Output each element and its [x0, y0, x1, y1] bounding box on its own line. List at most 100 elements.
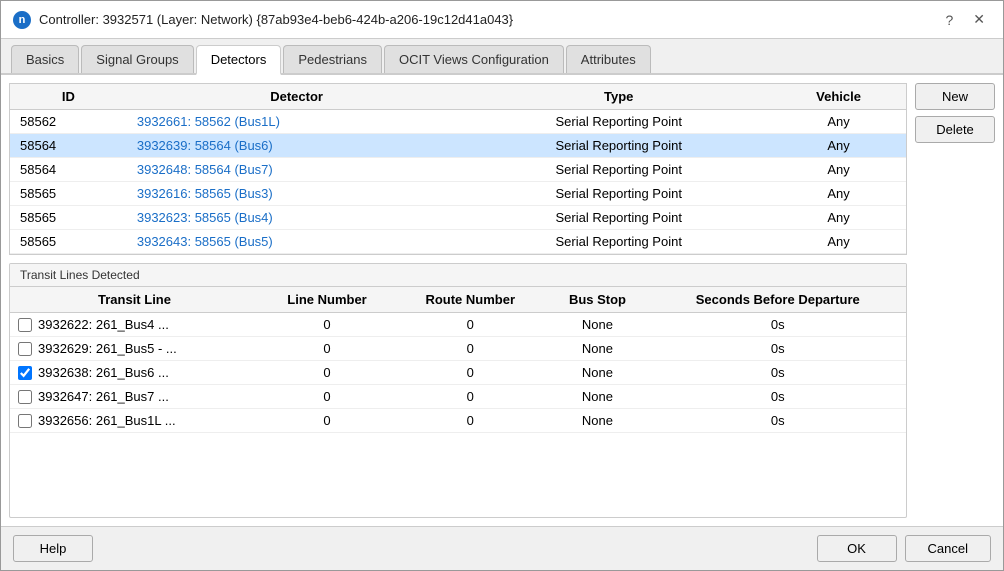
- delete-button[interactable]: Delete: [915, 116, 995, 143]
- transit-line-cell: 3932656: 261_Bus1L ...: [10, 409, 259, 433]
- detector-id: 58562: [10, 110, 127, 134]
- detector-row[interactable]: 585653932623: 58565 (Bus4)Serial Reporti…: [10, 206, 906, 230]
- detector-vehicle: Any: [771, 206, 906, 230]
- col-line-number: Line Number: [259, 287, 395, 313]
- transit-checkbox[interactable]: [18, 318, 32, 332]
- tab-detectors[interactable]: Detectors: [196, 45, 282, 75]
- seconds-before-departure: 0s: [650, 361, 906, 385]
- detector-name: 3932616: 58565 (Bus3): [127, 182, 466, 206]
- col-seconds: Seconds Before Departure: [650, 287, 906, 313]
- detector-type: Serial Reporting Point: [466, 134, 771, 158]
- detector-type: Serial Reporting Point: [466, 230, 771, 254]
- tab-pedestrians[interactable]: Pedestrians: [283, 45, 382, 73]
- transit-table-wrap: Transit Line Line Number Route Number Bu…: [10, 287, 906, 517]
- seconds-before-departure: 0s: [650, 409, 906, 433]
- tab-ocit-views-configuration[interactable]: OCIT Views Configuration: [384, 45, 564, 73]
- title-bar: n Controller: 3932571 (Layer: Network) {…: [1, 1, 1003, 39]
- detector-vehicle: Any: [771, 158, 906, 182]
- detector-name: 3932639: 58564 (Bus6): [127, 134, 466, 158]
- transit-row[interactable]: 3932622: 261_Bus4 ...00None0s: [10, 313, 906, 337]
- transit-line-cell: 3932622: 261_Bus4 ...: [10, 313, 259, 337]
- line-number: 0: [259, 313, 395, 337]
- transit-row[interactable]: 3932647: 261_Bus7 ...00None0s: [10, 385, 906, 409]
- transit-row[interactable]: 3932638: 261_Bus6 ...00None0s: [10, 361, 906, 385]
- col-bus-stop: Bus Stop: [545, 287, 649, 313]
- transit-line-cell: 3932638: 261_Bus6 ...: [10, 361, 259, 385]
- seconds-before-departure: 0s: [650, 313, 906, 337]
- detector-id: 58565: [10, 206, 127, 230]
- col-route-number: Route Number: [395, 287, 545, 313]
- bus-stop: None: [545, 409, 649, 433]
- seconds-before-departure: 0s: [650, 337, 906, 361]
- line-number: 0: [259, 337, 395, 361]
- route-number: 0: [395, 409, 545, 433]
- cancel-button[interactable]: Cancel: [905, 535, 991, 562]
- bus-stop: None: [545, 361, 649, 385]
- detector-id: 58564: [10, 134, 127, 158]
- bus-stop: None: [545, 337, 649, 361]
- new-button[interactable]: New: [915, 83, 995, 110]
- transit-checkbox[interactable]: [18, 414, 32, 428]
- col-type: Type: [466, 84, 771, 110]
- content-area: ID Detector Type Vehicle 585623932661: 5…: [1, 75, 1003, 526]
- route-number: 0: [395, 313, 545, 337]
- route-number: 0: [395, 385, 545, 409]
- detector-type: Serial Reporting Point: [466, 206, 771, 230]
- transit-line-label: 3932622: 261_Bus4 ...: [38, 317, 169, 332]
- main-layout: ID Detector Type Vehicle 585623932661: 5…: [9, 83, 995, 518]
- title-bar-right: ? ✕: [939, 9, 991, 30]
- col-vehicle: Vehicle: [771, 84, 906, 110]
- transit-section: Transit Lines Detected Transit Line Line…: [9, 263, 907, 518]
- tab-attributes[interactable]: Attributes: [566, 45, 651, 73]
- detector-type: Serial Reporting Point: [466, 182, 771, 206]
- detector-id: 58564: [10, 158, 127, 182]
- detector-row[interactable]: 585653932616: 58565 (Bus3)Serial Reporti…: [10, 182, 906, 206]
- tab-basics[interactable]: Basics: [11, 45, 79, 73]
- transit-line-label: 3932638: 261_Bus6 ...: [38, 365, 169, 380]
- transit-line-cell: 3932647: 261_Bus7 ...: [10, 385, 259, 409]
- ok-button[interactable]: OK: [817, 535, 897, 562]
- detector-id: 58565: [10, 182, 127, 206]
- detector-row[interactable]: 585643932648: 58564 (Bus7)Serial Reporti…: [10, 158, 906, 182]
- transit-checkbox[interactable]: [18, 342, 32, 356]
- line-number: 0: [259, 385, 395, 409]
- detector-row[interactable]: 585623932661: 58562 (Bus1L)Serial Report…: [10, 110, 906, 134]
- tab-signal-groups[interactable]: Signal Groups: [81, 45, 193, 73]
- close-button[interactable]: ✕: [967, 9, 991, 30]
- app-icon: n: [13, 11, 31, 29]
- detector-id: 58565: [10, 230, 127, 254]
- title-bar-left: n Controller: 3932571 (Layer: Network) {…: [13, 11, 513, 29]
- detector-table: ID Detector Type Vehicle 585623932661: 5…: [10, 84, 906, 254]
- detector-name: 3932648: 58564 (Bus7): [127, 158, 466, 182]
- route-number: 0: [395, 361, 545, 385]
- detector-table-wrap: ID Detector Type Vehicle 585623932661: 5…: [9, 83, 907, 255]
- transit-line-label: 3932656: 261_Bus1L ...: [38, 413, 176, 428]
- detector-vehicle: Any: [771, 134, 906, 158]
- bus-stop: None: [545, 385, 649, 409]
- detector-name: 3932643: 58565 (Bus5): [127, 230, 466, 254]
- main-window: n Controller: 3932571 (Layer: Network) {…: [0, 0, 1004, 571]
- line-number: 0: [259, 361, 395, 385]
- window-title: Controller: 3932571 (Layer: Network) {87…: [39, 12, 513, 27]
- transit-row[interactable]: 3932629: 261_Bus5 - ...00None0s: [10, 337, 906, 361]
- transit-row[interactable]: 3932656: 261_Bus1L ...00None0s: [10, 409, 906, 433]
- transit-line-label: 3932647: 261_Bus7 ...: [38, 389, 169, 404]
- detector-vehicle: Any: [771, 182, 906, 206]
- line-number: 0: [259, 409, 395, 433]
- footer-bar: Help OK Cancel: [1, 526, 1003, 570]
- transit-table: Transit Line Line Number Route Number Bu…: [10, 287, 906, 433]
- seconds-before-departure: 0s: [650, 385, 906, 409]
- transit-checkbox[interactable]: [18, 390, 32, 404]
- help-button[interactable]: ?: [939, 10, 959, 30]
- help-footer-button[interactable]: Help: [13, 535, 93, 562]
- detector-row[interactable]: 585653932643: 58565 (Bus5)Serial Reporti…: [10, 230, 906, 254]
- col-transit-line: Transit Line: [10, 287, 259, 313]
- transit-checkbox[interactable]: [18, 366, 32, 380]
- detector-row[interactable]: 585643932639: 58564 (Bus6)Serial Reporti…: [10, 134, 906, 158]
- detector-name: 3932623: 58565 (Bus4): [127, 206, 466, 230]
- side-buttons: New Delete: [915, 83, 995, 518]
- table-section: ID Detector Type Vehicle 585623932661: 5…: [9, 83, 907, 518]
- detector-vehicle: Any: [771, 230, 906, 254]
- col-detector: Detector: [127, 84, 466, 110]
- detector-type: Serial Reporting Point: [466, 110, 771, 134]
